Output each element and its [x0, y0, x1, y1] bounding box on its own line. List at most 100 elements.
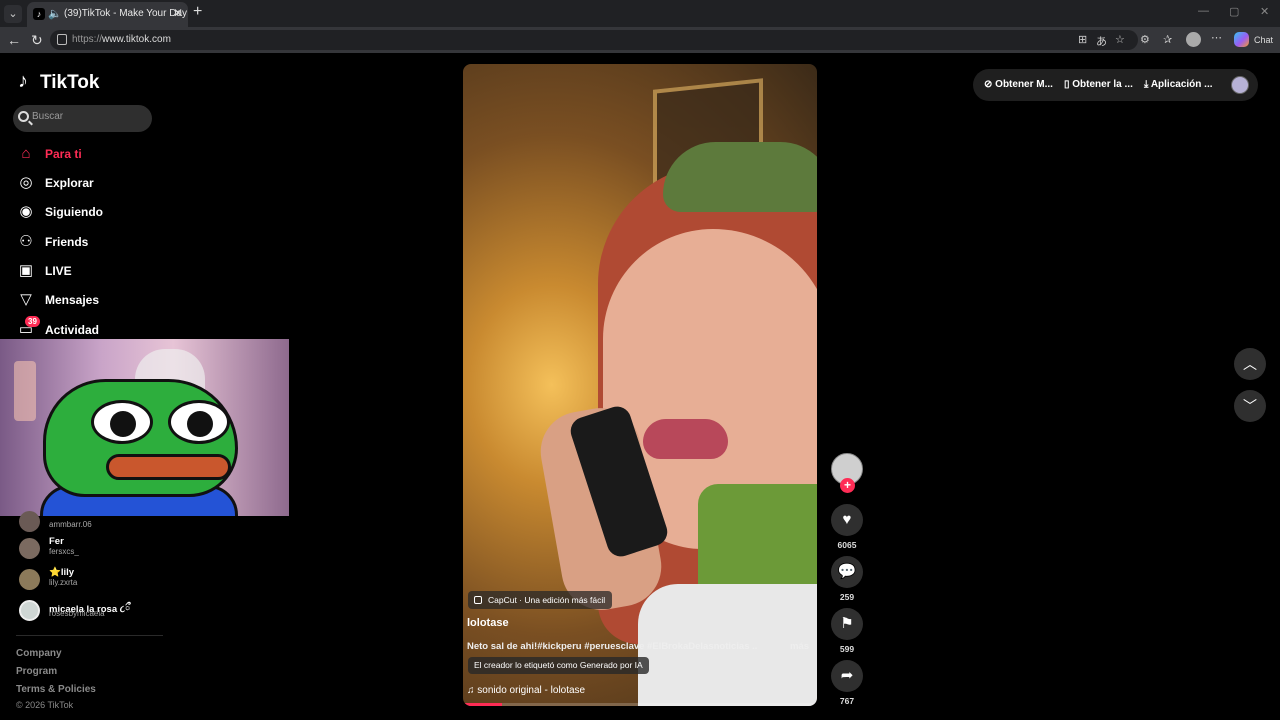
footer-link-program[interactable]: Program: [16, 666, 57, 677]
get-app-button[interactable]: ▯ Obtener la ...: [1064, 79, 1133, 90]
nav-label: LIVE: [45, 264, 72, 278]
audio-playing-icon[interactable]: 🔈: [48, 7, 62, 20]
address-bar[interactable]: https://www.tiktok.com ⊞ あ ☆: [50, 30, 1138, 50]
get-coins-button[interactable]: ⊘ Obtener M...: [984, 79, 1053, 90]
tiktok-note-icon: ♪: [18, 70, 28, 92]
nav-item-friends[interactable]: ⚇ Friends: [17, 231, 157, 253]
nav-item-live[interactable]: ▣ LIVE: [17, 260, 157, 282]
compass-icon: ◎: [19, 174, 33, 191]
ai-generated-label: El creador lo etiquetó como Generado por…: [468, 657, 649, 674]
coin-icon: ⊘: [984, 79, 996, 90]
tab-list-button[interactable]: ⌄: [4, 5, 22, 23]
nav-label: Siguiendo: [45, 205, 103, 219]
video-description: Neto sal de ahi!#kickperu #peruesclave #…: [467, 641, 757, 652]
desktop-app-button[interactable]: ⤓ Aplicación ...: [1144, 79, 1213, 90]
share-action[interactable]: ➦ 767: [831, 660, 863, 706]
account-handle: rosesbymicaela: [49, 609, 105, 618]
save-count: 599: [839, 644, 855, 654]
capcut-icon: [474, 596, 482, 604]
nav-item-messages[interactable]: ▽ Mensajes: [17, 289, 157, 311]
footer-link-terms[interactable]: Terms & Policies: [16, 684, 96, 695]
share-count: 767: [839, 696, 855, 706]
tiktok-page: ♪ TikTok ⌂ Para ti ◎ Explorar ◉ Siguiend…: [0, 53, 1280, 720]
bookmark-icon[interactable]: ⚑: [831, 608, 863, 640]
reload-icon[interactable]: ↻: [31, 32, 43, 49]
live-tv-icon: ▣: [18, 262, 34, 279]
logo-wordmark: TikTok: [40, 72, 100, 93]
back-icon[interactable]: ←: [7, 32, 21, 48]
save-action[interactable]: ⚑ 599: [831, 608, 863, 654]
more-menu-icon[interactable]: ⋯: [1211, 31, 1222, 44]
heart-icon[interactable]: ♥: [831, 504, 863, 536]
nav-item-activity[interactable]: ▭ 39 Actividad: [17, 316, 157, 341]
browser-tab[interactable]: ♪ 🔈 (39)TikTok - Make Your Day ✕: [27, 2, 188, 27]
user-avatar[interactable]: [1231, 76, 1249, 94]
video-player[interactable]: CapCut · Una edición más fácil lolotase …: [463, 64, 817, 706]
following-account[interactable]: Fer fersxcs_: [19, 536, 159, 562]
notification-badge: 39: [25, 316, 40, 327]
sound-name: sonido original - lolotase: [477, 685, 586, 696]
copyright-text: © 2026 TikTok: [16, 700, 74, 710]
chevron-down-icon: ﹀: [1243, 398, 1257, 414]
comment-count: 259: [839, 592, 855, 602]
favorites-icon[interactable]: ✰: [1163, 33, 1172, 46]
sidebar-divider: [16, 635, 163, 636]
more-button[interactable]: más: [790, 641, 809, 652]
restore-icon[interactable]: ▢: [1229, 5, 1239, 18]
download-icon: ⤓: [1144, 79, 1151, 90]
next-video-button[interactable]: ﹀: [1234, 390, 1266, 422]
comment-icon[interactable]: 💬: [831, 556, 863, 588]
minimize-icon[interactable]: —: [1198, 5, 1209, 17]
home-icon: ⌂: [21, 145, 31, 162]
nav-item-for-you[interactable]: ⌂ Para ti: [17, 143, 157, 165]
capcut-label: CapCut · Una edición más fácil: [488, 595, 606, 605]
video-progress-fill: [463, 703, 502, 706]
video-sound[interactable]: ♫ sonido original - lolotase: [467, 685, 585, 696]
favorite-star-icon[interactable]: ☆: [1115, 33, 1125, 46]
search-input[interactable]: [32, 111, 147, 122]
account-handle: ammbarr.06: [49, 520, 92, 529]
like-action[interactable]: ♥ 6065: [831, 504, 863, 550]
background-lamp: [14, 361, 36, 421]
video-subject-beanie: [663, 142, 817, 212]
chevron-up-icon: ︿: [1243, 356, 1257, 372]
share-icon[interactable]: ➦: [831, 660, 863, 692]
nav-label: Friends: [45, 235, 89, 249]
search-icon: [18, 111, 29, 122]
site-info-icon[interactable]: [57, 34, 67, 45]
following-account[interactable]: micaela la rosa ૮⁠ྀ rosesbymicaela: [19, 598, 159, 624]
following-account[interactable]: ammbarr.06: [19, 509, 159, 535]
account-name: ⭐lily: [49, 567, 75, 578]
search-box[interactable]: [13, 105, 152, 132]
follow-plus-button[interactable]: +: [840, 478, 855, 493]
browser-toolbar: ← ↻ https://www.tiktok.com ⊞ あ ☆ ⚙ ✰ ⋯ C…: [0, 27, 1280, 53]
comment-action[interactable]: 💬 259: [831, 556, 863, 602]
following-account[interactable]: ⭐lily lily.zxrta: [19, 567, 159, 593]
browser-tab-strip: ⌄ ♪ 🔈 (39)TikTok - Make Your Day ✕ + — ▢…: [0, 0, 1280, 27]
nav-label: Explorar: [45, 176, 94, 190]
chat-button[interactable]: Chat: [1254, 35, 1273, 45]
following-avatar-icon: ◉: [19, 203, 33, 220]
nav-item-explore[interactable]: ◎ Explorar: [17, 172, 157, 194]
top-right-actions: ⊘ Obtener M... ▯ Obtener la ... ⤓ Aplica…: [973, 69, 1258, 101]
account-name: Fer: [49, 536, 64, 547]
pepe-right-eye: [168, 400, 230, 444]
copilot-icon[interactable]: [1234, 32, 1249, 47]
close-window-icon[interactable]: ✕: [1260, 5, 1269, 18]
nav-item-following[interactable]: ◉ Siguiendo: [17, 201, 157, 223]
translate-icon[interactable]: あ: [1096, 33, 1107, 49]
capcut-tag[interactable]: CapCut · Una edición más fácil: [468, 591, 613, 609]
app-available-icon[interactable]: ⊞: [1078, 33, 1087, 46]
tab-title: (39)TikTok - Make Your Day: [64, 8, 188, 19]
profile-avatar[interactable]: [1186, 32, 1201, 47]
new-tab-button[interactable]: +: [193, 3, 202, 21]
extensions-icon[interactable]: ⚙: [1140, 33, 1150, 46]
previous-video-button[interactable]: ︿: [1234, 348, 1266, 380]
tiktok-favicon-icon: ♪: [33, 8, 45, 20]
video-author[interactable]: lolotase: [467, 617, 509, 629]
video-progress-bar[interactable]: [463, 703, 817, 706]
close-tab-icon[interactable]: ✕: [173, 6, 183, 20]
pepe-frog-image: [43, 379, 238, 497]
pepe-lips: [106, 454, 231, 480]
footer-link-company[interactable]: Company: [16, 648, 62, 659]
